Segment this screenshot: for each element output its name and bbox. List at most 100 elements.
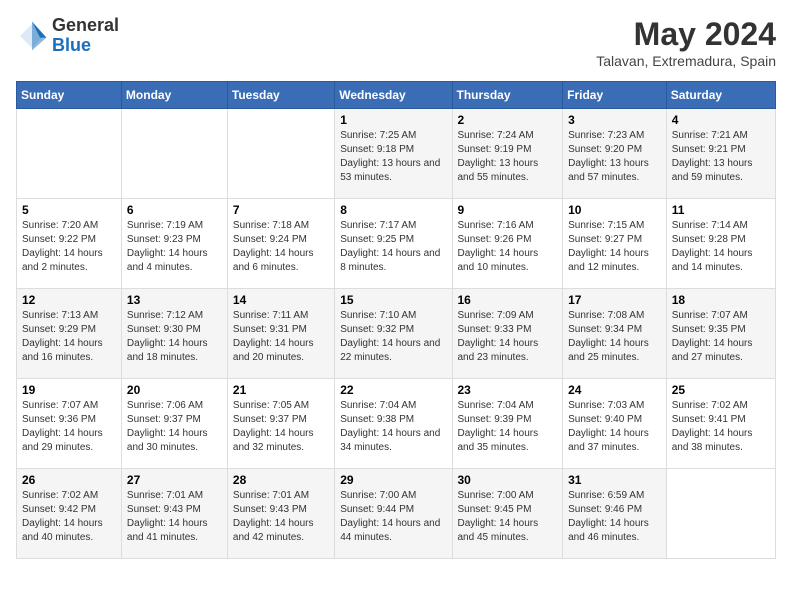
cell-content: Sunrise: 7:03 AMSunset: 9:40 PMDaylight:… — [568, 399, 661, 455]
cell-content: Sunrise: 7:17 AMSunset: 9:25 PMDaylight:… — [340, 219, 446, 275]
day-number: 22 — [340, 383, 446, 397]
header-day: Wednesday — [335, 82, 452, 109]
calendar-cell: 8 Sunrise: 7:17 AMSunset: 9:25 PMDaylight… — [335, 199, 452, 289]
calendar-cell: 20 Sunrise: 7:06 AMSunset: 9:37 PMDayligh… — [121, 379, 227, 469]
cell-content: Sunrise: 7:04 AMSunset: 9:38 PMDaylight:… — [340, 399, 446, 455]
cell-content: Sunrise: 7:00 AMSunset: 9:44 PMDaylight:… — [340, 489, 446, 545]
calendar-cell: 2 Sunrise: 7:24 AMSunset: 9:19 PMDaylight… — [452, 109, 563, 199]
title-block: May 2024 Talavan, Extremadura, Spain — [596, 16, 776, 69]
cell-content: Sunrise: 7:08 AMSunset: 9:34 PMDaylight:… — [568, 309, 661, 365]
cell-content: Sunrise: 7:04 AMSunset: 9:39 PMDaylight:… — [458, 399, 558, 455]
day-number: 24 — [568, 383, 661, 397]
calendar-week-row: 19 Sunrise: 7:07 AMSunset: 9:36 PMDayligh… — [17, 379, 776, 469]
calendar-week-row: 26 Sunrise: 7:02 AMSunset: 9:42 PMDayligh… — [17, 469, 776, 559]
cell-content: Sunrise: 7:14 AMSunset: 9:28 PMDaylight:… — [672, 219, 770, 275]
cell-content: Sunrise: 7:00 AMSunset: 9:45 PMDaylight:… — [458, 489, 558, 545]
day-number: 3 — [568, 113, 661, 127]
cell-content: Sunrise: 7:10 AMSunset: 9:32 PMDaylight:… — [340, 309, 446, 365]
day-number: 13 — [127, 293, 222, 307]
calendar-cell — [121, 109, 227, 199]
cell-content: Sunrise: 7:12 AMSunset: 9:30 PMDaylight:… — [127, 309, 222, 365]
day-number: 30 — [458, 473, 558, 487]
calendar-cell: 12 Sunrise: 7:13 AMSunset: 9:29 PMDayligh… — [17, 289, 122, 379]
calendar-cell: 11 Sunrise: 7:14 AMSunset: 9:28 PMDayligh… — [666, 199, 775, 289]
calendar-cell: 27Sunrise: 7:01 AMSunset: 9:43 PMDayligh… — [121, 469, 227, 559]
calendar-week-row: 12 Sunrise: 7:13 AMSunset: 9:29 PMDayligh… — [17, 289, 776, 379]
cell-content: Sunrise: 7:18 AMSunset: 9:24 PMDaylight:… — [233, 219, 329, 275]
calendar-cell: 23 Sunrise: 7:04 AMSunset: 9:39 PMDayligh… — [452, 379, 563, 469]
cell-content: Sunrise: 7:13 AMSunset: 9:29 PMDaylight:… — [22, 309, 116, 365]
logo-text: General Blue — [52, 16, 119, 56]
cell-content: Sunrise: 7:11 AMSunset: 9:31 PMDaylight:… — [233, 309, 329, 365]
cell-content: Sunrise: 7:09 AMSunset: 9:33 PMDaylight:… — [458, 309, 558, 365]
calendar-cell: 28Sunrise: 7:01 AMSunset: 9:43 PMDayligh… — [227, 469, 334, 559]
cell-content: Sunrise: 7:02 AMSunset: 9:41 PMDaylight:… — [672, 399, 770, 455]
cell-content: Sunrise: 7:07 AMSunset: 9:36 PMDaylight:… — [22, 399, 116, 455]
calendar-header: SundayMondayTuesdayWednesdayThursdayFrid… — [17, 82, 776, 109]
cell-content: Sunrise: 7:24 AMSunset: 9:19 PMDaylight:… — [458, 129, 558, 185]
calendar-cell: 9 Sunrise: 7:16 AMSunset: 9:26 PMDaylight… — [452, 199, 563, 289]
day-number: 20 — [127, 383, 222, 397]
cell-content: Sunrise: 7:19 AMSunset: 9:23 PMDaylight:… — [127, 219, 222, 275]
page-header: General Blue May 2024 Talavan, Extremadu… — [16, 16, 776, 69]
calendar-cell: 22 Sunrise: 7:04 AMSunset: 9:38 PMDayligh… — [335, 379, 452, 469]
cell-content: Sunrise: 7:06 AMSunset: 9:37 PMDaylight:… — [127, 399, 222, 455]
cell-content: Sunrise: 7:07 AMSunset: 9:35 PMDaylight:… — [672, 309, 770, 365]
day-number: 9 — [458, 203, 558, 217]
day-number: 11 — [672, 203, 770, 217]
cell-content: Sunrise: 7:01 AMSunset: 9:43 PMDaylight:… — [127, 489, 222, 545]
day-number: 2 — [458, 113, 558, 127]
calendar-cell: 19 Sunrise: 7:07 AMSunset: 9:36 PMDayligh… — [17, 379, 122, 469]
header-day: Thursday — [452, 82, 563, 109]
calendar-cell: 5 Sunrise: 7:20 AMSunset: 9:22 PMDaylight… — [17, 199, 122, 289]
day-number: 7 — [233, 203, 329, 217]
calendar-cell — [17, 109, 122, 199]
calendar-week-row: 5 Sunrise: 7:20 AMSunset: 9:22 PMDaylight… — [17, 199, 776, 289]
cell-content: Sunrise: 7:21 AMSunset: 9:21 PMDaylight:… — [672, 129, 770, 185]
logo: General Blue — [16, 16, 119, 56]
day-number: 29 — [340, 473, 446, 487]
day-number: 23 — [458, 383, 558, 397]
calendar-cell — [227, 109, 334, 199]
calendar-week-row: 1Sunrise: 7:25 AMSunset: 9:18 PMDaylight… — [17, 109, 776, 199]
calendar-cell — [666, 469, 775, 559]
day-number: 25 — [672, 383, 770, 397]
calendar-cell: 7 Sunrise: 7:18 AMSunset: 9:24 PMDaylight… — [227, 199, 334, 289]
cell-content: Sunrise: 7:23 AMSunset: 9:20 PMDaylight:… — [568, 129, 661, 185]
day-number: 4 — [672, 113, 770, 127]
day-number: 31 — [568, 473, 661, 487]
cell-content: Sunrise: 7:16 AMSunset: 9:26 PMDaylight:… — [458, 219, 558, 275]
calendar-cell: 3 Sunrise: 7:23 AMSunset: 9:20 PMDaylight… — [563, 109, 667, 199]
cell-content: Sunrise: 7:02 AMSunset: 9:42 PMDaylight:… — [22, 489, 116, 545]
logo-blue: Blue — [52, 36, 119, 56]
calendar-cell: 18Sunrise: 7:07 AMSunset: 9:35 PMDayligh… — [666, 289, 775, 379]
cell-content: Sunrise: 7:20 AMSunset: 9:22 PMDaylight:… — [22, 219, 116, 275]
calendar-cell: 24 Sunrise: 7:03 AMSunset: 9:40 PMDayligh… — [563, 379, 667, 469]
day-number: 19 — [22, 383, 116, 397]
month-title: May 2024 — [596, 16, 776, 53]
header-row: SundayMondayTuesdayWednesdayThursdayFrid… — [17, 82, 776, 109]
calendar-cell: 4 Sunrise: 7:21 AMSunset: 9:21 PMDaylight… — [666, 109, 775, 199]
calendar-table: SundayMondayTuesdayWednesdayThursdayFrid… — [16, 81, 776, 559]
calendar-cell: 30 Sunrise: 7:00 AMSunset: 9:45 PMDayligh… — [452, 469, 563, 559]
calendar-cell: 31 Sunrise: 6:59 AMSunset: 9:46 PMDayligh… — [563, 469, 667, 559]
day-number: 12 — [22, 293, 116, 307]
day-number: 16 — [458, 293, 558, 307]
cell-content: Sunrise: 7:15 AMSunset: 9:27 PMDaylight:… — [568, 219, 661, 275]
calendar-cell: 26 Sunrise: 7:02 AMSunset: 9:42 PMDayligh… — [17, 469, 122, 559]
header-day: Monday — [121, 82, 227, 109]
day-number: 14 — [233, 293, 329, 307]
calendar-cell: 17Sunrise: 7:08 AMSunset: 9:34 PMDayligh… — [563, 289, 667, 379]
header-day: Friday — [563, 82, 667, 109]
calendar-cell: 14 Sunrise: 7:11 AMSunset: 9:31 PMDayligh… — [227, 289, 334, 379]
cell-content: Sunrise: 7:01 AMSunset: 9:43 PMDaylight:… — [233, 489, 329, 545]
day-number: 26 — [22, 473, 116, 487]
calendar-cell: 10Sunrise: 7:15 AMSunset: 9:27 PMDayligh… — [563, 199, 667, 289]
logo-general: General — [52, 16, 119, 36]
day-number: 8 — [340, 203, 446, 217]
location: Talavan, Extremadura, Spain — [596, 53, 776, 69]
cell-content: Sunrise: 7:05 AMSunset: 9:37 PMDaylight:… — [233, 399, 329, 455]
day-number: 5 — [22, 203, 116, 217]
cell-content: Sunrise: 6:59 AMSunset: 9:46 PMDaylight:… — [568, 489, 661, 545]
cell-content: Sunrise: 7:25 AMSunset: 9:18 PMDaylight:… — [340, 129, 446, 185]
